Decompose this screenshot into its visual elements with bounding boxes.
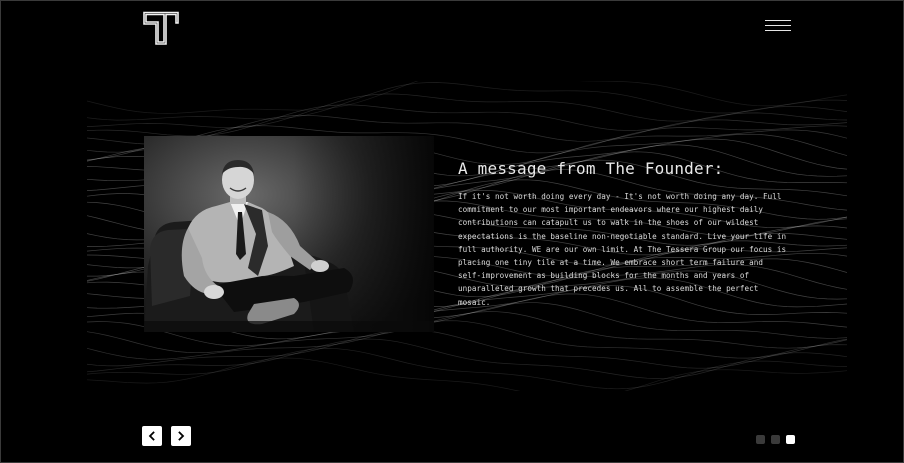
message-title: A message from The Founder:: [458, 159, 724, 178]
chevron-right-icon: [178, 431, 185, 441]
carousel-dot-1[interactable]: [756, 435, 765, 444]
hamburger-menu-icon[interactable]: [763, 16, 793, 36]
carousel-dot-2[interactable]: [771, 435, 780, 444]
wave-line: [87, 93, 847, 129]
tessera-logo-icon[interactable]: [142, 11, 180, 45]
message-body: If it's not worth doing every day - It's…: [458, 192, 787, 307]
wave-line: [87, 329, 847, 369]
page-frame: A message from The Founder: If it's not …: [0, 0, 904, 463]
carousel-prev-button[interactable]: [142, 426, 162, 446]
carousel-next-button[interactable]: [171, 426, 191, 446]
wave-line: [87, 338, 847, 379]
founder-message: A message from The Founder: If it's not …: [458, 159, 788, 309]
wave-line: [87, 81, 847, 114]
founder-photo: [144, 136, 434, 332]
carousel-dot-3[interactable]: [786, 435, 795, 444]
wave-line: [87, 357, 847, 391]
chevron-left-icon: [148, 431, 155, 441]
